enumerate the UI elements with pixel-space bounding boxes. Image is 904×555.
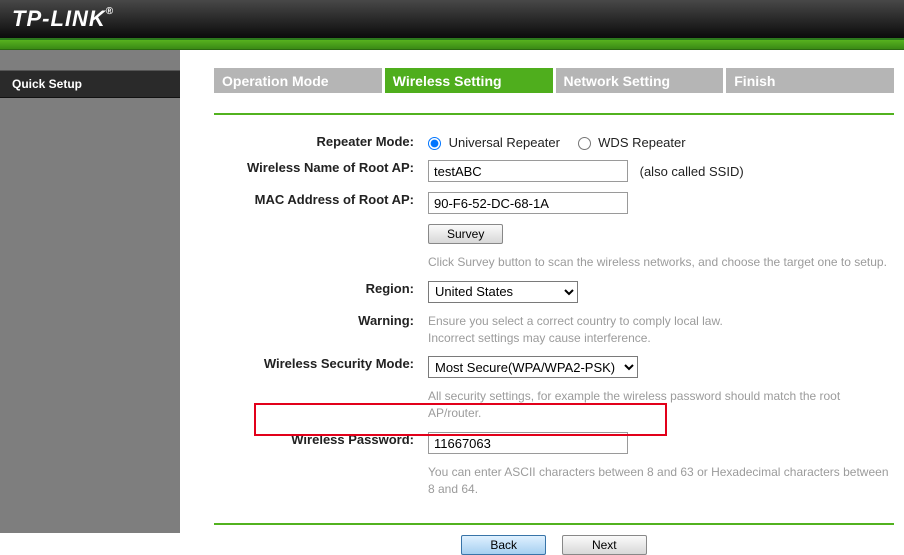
repeater-wds-option[interactable]: WDS Repeater — [578, 135, 686, 150]
warning-label: Warning: — [214, 308, 424, 352]
survey-hint: Click Survey button to scan the wireless… — [424, 249, 894, 276]
region-label: Region: — [214, 276, 424, 308]
security-mode-select[interactable]: Most Secure(WPA/WPA2-PSK) — [428, 356, 638, 378]
brand-logo: TP-LINK® — [12, 6, 114, 32]
warning-text: Ensure you select a correct country to c… — [424, 308, 894, 352]
next-button[interactable]: Next — [562, 535, 647, 555]
wireless-password-label: Wireless Password: — [214, 427, 424, 459]
repeater-universal-option[interactable]: Universal Repeater — [428, 135, 564, 150]
security-mode-label: Wireless Security Mode: — [214, 351, 424, 383]
root-ap-name-label: Wireless Name of Root AP: — [214, 155, 424, 187]
repeater-wds-text: WDS Repeater — [598, 135, 685, 150]
sidebar-gap — [180, 50, 206, 533]
wizard-footer: Back Next — [214, 525, 894, 555]
mac-address-label: MAC Address of Root AP: — [214, 187, 424, 219]
repeater-universal-radio[interactable] — [428, 137, 441, 150]
region-select[interactable]: United States — [428, 281, 578, 303]
wireless-form: Repeater Mode: Universal Repeater WDS Re… — [214, 129, 894, 503]
tab-operation-mode[interactable]: Operation Mode — [214, 68, 382, 93]
tab-network-setting[interactable]: Network Setting — [556, 68, 724, 93]
wireless-password-input[interactable] — [428, 432, 628, 454]
green-accent-bar — [0, 40, 904, 50]
back-button[interactable]: Back — [461, 535, 546, 555]
divider-top — [214, 113, 894, 115]
sidebar: Quick Setup — [0, 50, 180, 533]
survey-button[interactable]: Survey — [428, 224, 503, 244]
ssid-note: (also called SSID) — [640, 164, 744, 179]
repeater-mode-label: Repeater Mode: — [214, 129, 424, 155]
mac-address-input[interactable] — [428, 192, 628, 214]
header-bar: TP-LINK® — [0, 0, 904, 40]
repeater-universal-text: Universal Repeater — [449, 135, 560, 150]
tab-finish[interactable]: Finish — [726, 68, 894, 93]
main-content: Operation Mode Wireless Setting Network … — [206, 50, 904, 533]
tab-wireless-setting[interactable]: Wireless Setting — [385, 68, 553, 93]
repeater-wds-radio[interactable] — [578, 137, 591, 150]
sidebar-item-quick-setup[interactable]: Quick Setup — [0, 70, 180, 98]
security-hint: All security settings, for example the w… — [424, 383, 894, 427]
wizard-tabs: Operation Mode Wireless Setting Network … — [214, 68, 894, 93]
password-hint: You can enter ASCII characters between 8… — [424, 459, 894, 503]
root-ap-name-input[interactable] — [428, 160, 628, 182]
